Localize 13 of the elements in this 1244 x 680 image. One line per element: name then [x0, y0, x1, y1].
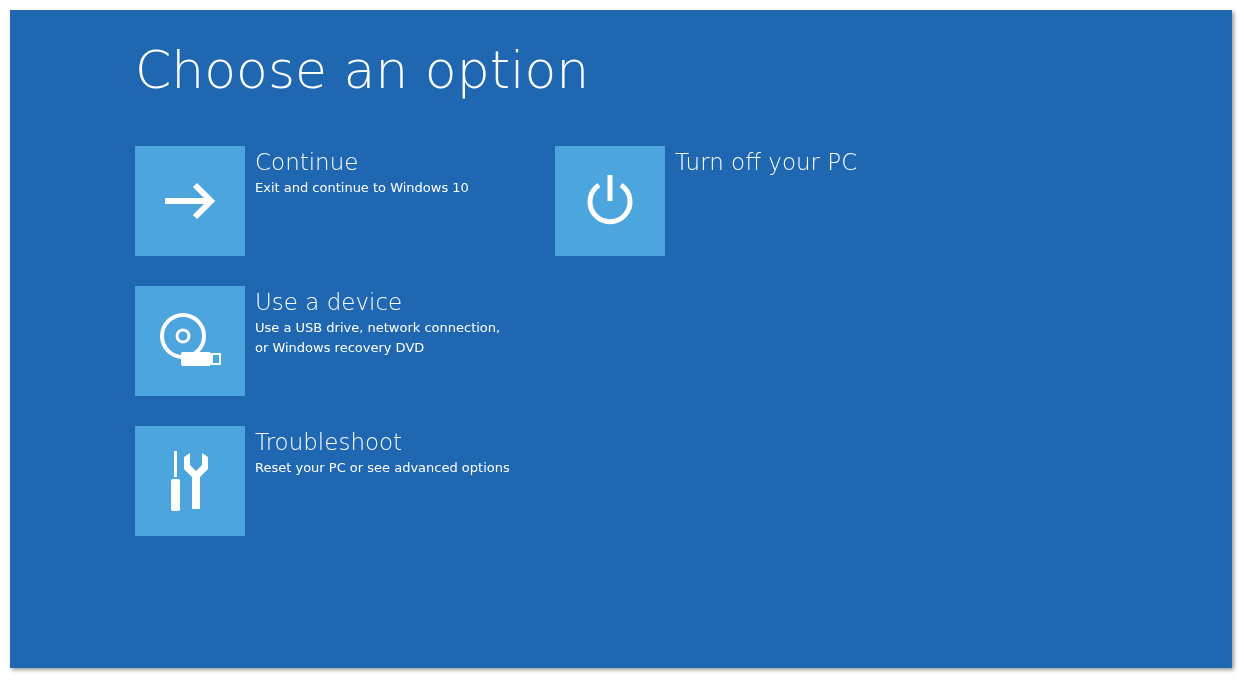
option-title: Turn off your PC — [675, 148, 858, 177]
page-title: Choose an option — [135, 39, 590, 102]
option-description: Exit and continue to Windows 10 — [255, 179, 469, 197]
option-description: Use a USB drive, network connection, or Windows recovery DVD — [255, 319, 501, 357]
option-item[interactable]: Turn off your PC — [555, 146, 858, 256]
option-title: Troubleshoot — [255, 428, 404, 457]
option-item[interactable]: Troubleshoot Reset your PC or see advanced options — [135, 426, 510, 536]
option-description: Reset your PC or see advanced options — [255, 459, 510, 477]
option-title: Use a device — [255, 288, 404, 317]
arrow-icon — [163, 181, 217, 221]
option-title: Continue — [255, 148, 360, 177]
option-item[interactable]: Continue Exit and continue to Windows 10 — [135, 146, 469, 256]
option-item[interactable]: Use a device Use a USB drive, network connection, or Windows recovery DVD — [135, 286, 501, 396]
